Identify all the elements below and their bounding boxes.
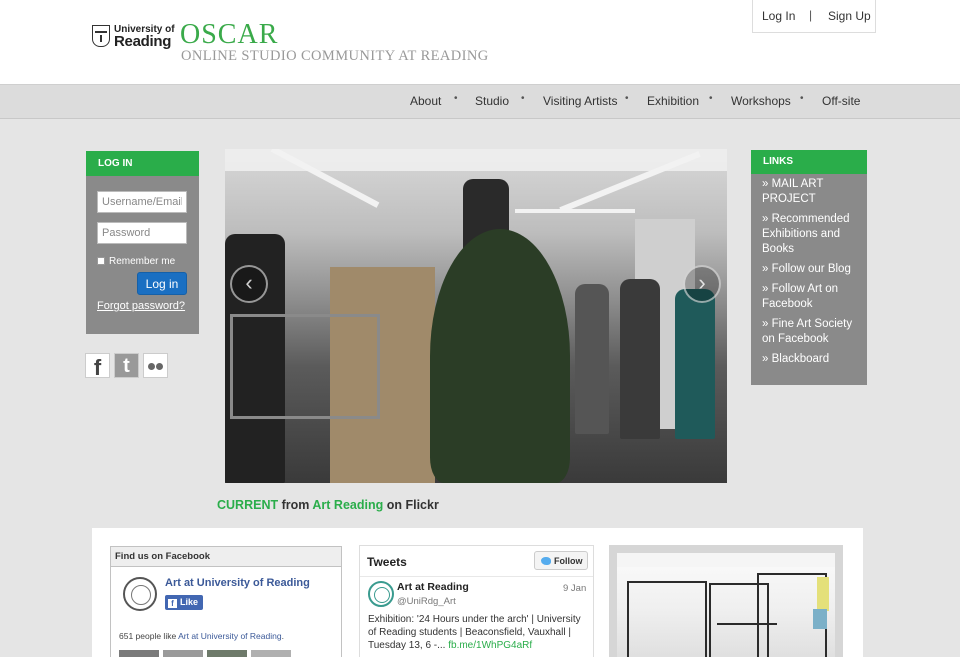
carousel-figure [675, 289, 715, 439]
tweet-link[interactable]: fb.me/1WhPG4aRf [448, 640, 532, 651]
facebook-fan-avatar[interactable] [119, 650, 159, 657]
caption-from: from [281, 498, 310, 512]
tweet-date[interactable]: 9 Jan [563, 583, 586, 594]
remember-me-checkbox[interactable] [97, 257, 105, 265]
remember-me[interactable]: Remember me [97, 256, 175, 267]
carousel-prev-button[interactable]: ‹ [230, 265, 268, 303]
link-fine-art-society-facebook[interactable]: » Fine Art Society on Facebook [762, 317, 861, 347]
gallery-frame [627, 581, 707, 657]
nav-studio[interactable]: Studio [475, 94, 509, 108]
facebook-fan-avatar[interactable] [207, 650, 247, 657]
login-link[interactable]: Log In [762, 9, 795, 23]
forgot-password-link[interactable]: Forgot password? [97, 300, 185, 312]
caption-source-link[interactable]: Art Reading [312, 498, 383, 512]
auth-box: Log In | Sign Up [752, 0, 876, 33]
nav-separator: • [800, 93, 804, 104]
university-logo[interactable]: University of Reading [92, 24, 175, 50]
login-panel: LOG IN Remember me Log in Forgot passwor… [86, 151, 199, 334]
brand-subtitle: ONLINE STUDIO COMMUNITY AT READING [181, 48, 489, 64]
links-list: » MAIL ART PROJECT » Recommended Exhibit… [751, 174, 867, 367]
university-crest-icon [92, 25, 110, 47]
main-nav: About • Studio • Visiting Artists • Exhi… [0, 84, 960, 119]
site-header: University of Reading OSCAR ONLINE STUDI… [0, 0, 960, 84]
tweet-author-name[interactable]: Art at Reading [397, 581, 469, 593]
facebook-like-label: Like [180, 597, 199, 607]
carousel-beam [515, 209, 635, 213]
university-logo-line2: Reading [114, 33, 172, 50]
nav-separator: • [625, 93, 629, 104]
facebook-fan-avatar[interactable] [163, 650, 203, 657]
nav-exhibition[interactable]: Exhibition [647, 94, 699, 108]
nav-off-site[interactable]: Off-site [822, 94, 860, 108]
gallery-bar [717, 623, 777, 625]
login-button[interactable]: Log in [137, 272, 187, 295]
twitter-follow-label: Follow [554, 556, 583, 566]
link-blackboard[interactable]: » Blackboard [762, 352, 861, 367]
caption-on-flickr: on Flickr [386, 498, 439, 512]
twitter-bird-icon [541, 557, 551, 565]
carousel-trolley [230, 314, 380, 419]
twitter-divider [360, 576, 593, 577]
facebook-count-prefix: 651 people like [119, 631, 177, 641]
gallery-ceiling [617, 553, 835, 567]
gallery-preview[interactable] [609, 545, 843, 657]
brand-title[interactable]: OSCAR [180, 19, 278, 51]
carousel-next-button[interactable]: › [683, 265, 721, 303]
facebook-like-count: 651 people like Art at University of Rea… [119, 631, 284, 641]
twitter-widget: Tweets Follow Art at Reading @UniRdg_Art… [359, 545, 594, 657]
nav-workshops[interactable]: Workshops [731, 94, 791, 108]
facebook-page-name[interactable]: Art at University of Reading [165, 577, 310, 589]
flickr-icon[interactable] [143, 353, 168, 378]
nav-separator: • [454, 93, 458, 104]
photo-carousel[interactable]: ‹ › [225, 149, 727, 483]
links-panel-title: LINKS [751, 150, 867, 174]
gallery-blue-pane [813, 609, 827, 629]
remember-me-label: Remember me [109, 256, 176, 267]
auth-separator: | [809, 8, 813, 22]
nav-visiting-artists[interactable]: Visiting Artists [543, 94, 617, 108]
facebook-count-suffix: . [281, 631, 284, 641]
link-mail-art-project[interactable]: » MAIL ART PROJECT [762, 177, 861, 207]
twitter-icon[interactable]: t [114, 353, 139, 378]
gallery-image[interactable] [617, 553, 835, 657]
university-seal-icon[interactable] [123, 577, 157, 611]
login-panel-title: LOG IN [86, 151, 199, 176]
facebook-widget-title: Find us on Facebook [111, 547, 341, 567]
carousel-caption: CURRENT from Art Reading on Flickr [217, 498, 439, 512]
signup-link[interactable]: Sign Up [828, 9, 871, 23]
facebook-like-button[interactable]: f Like [165, 595, 203, 610]
facebook-fan-avatar[interactable] [251, 650, 291, 657]
tweet-avatar[interactable] [368, 581, 394, 607]
tweet-text: Exhibition: '24 Hours under the arch' | … [368, 613, 590, 652]
username-input[interactable] [97, 191, 187, 213]
link-recommended-exhibitions[interactable]: » Recommended Exhibitions and Books [762, 212, 861, 257]
nav-about[interactable]: About [410, 94, 441, 108]
link-art-facebook[interactable]: » Follow Art on Facebook [762, 282, 861, 312]
caption-current-link[interactable]: CURRENT [217, 498, 278, 512]
gallery-yellow-pane [817, 577, 829, 611]
links-panel: LINKS » MAIL ART PROJECT » Recommended E… [751, 150, 867, 385]
facebook-widget: Find us on Facebook Art at University of… [110, 546, 342, 657]
nav-separator: • [709, 93, 713, 104]
tweet-author-handle[interactable]: @UniRdg_Art [397, 596, 456, 607]
password-input[interactable] [97, 222, 187, 244]
carousel-plant [430, 229, 570, 483]
carousel-figure [620, 279, 660, 439]
nav-separator: • [521, 93, 525, 104]
carousel-figure [575, 284, 609, 434]
twitter-follow-button[interactable]: Follow [534, 551, 588, 570]
link-follow-blog[interactable]: » Follow our Blog [762, 262, 861, 277]
twitter-widget-title: Tweets [367, 555, 407, 569]
facebook-icon[interactable]: f [85, 353, 110, 380]
facebook-count-page-link[interactable]: Art at University of Reading [178, 631, 281, 641]
facebook-like-icon: f [168, 599, 177, 608]
